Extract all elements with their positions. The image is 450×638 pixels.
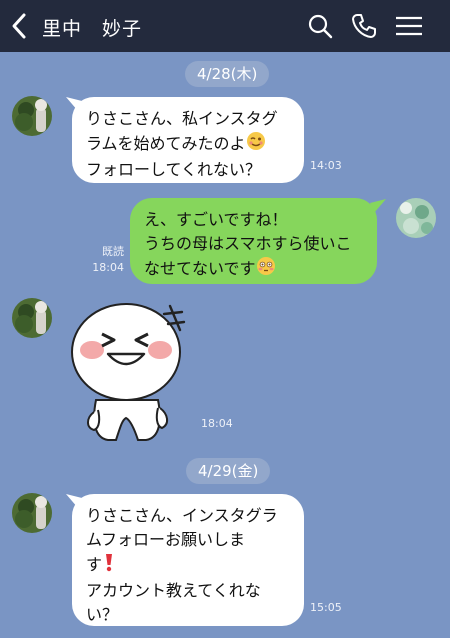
message-text: なせてないです: [144, 259, 256, 278]
message-text: りさこさん、インスタグラ: [86, 506, 278, 525]
incoming-message-bubble[interactable]: りさこさん、インスタグラ ムフォローお願いしま す アカウント教えてくれな い？: [72, 494, 304, 626]
contact-avatar[interactable]: [12, 493, 52, 533]
outgoing-message-bubble[interactable]: え、すごいですね！ うちの母はスマホすら使いこ なせてないです: [130, 198, 377, 284]
phone-icon[interactable]: [350, 12, 378, 40]
back-chevron-icon[interactable]: [8, 12, 30, 40]
incoming-message-bubble[interactable]: りさこさん、私インスタグ ラムを始めてみたのよ フォローしてくれない？: [72, 97, 304, 183]
contact-avatar[interactable]: [12, 298, 52, 338]
message-text: フォローしてくれない？: [86, 160, 262, 179]
date-separator: 4/28(木): [185, 61, 270, 87]
laughing-round-face-sticker-icon[interactable]: [64, 300, 194, 446]
timestamp: 18:04: [92, 261, 124, 274]
menu-icon[interactable]: [394, 12, 424, 40]
message-text: ラムを始めてみたのよ: [86, 134, 246, 153]
timestamp: 15:05: [310, 601, 342, 614]
timestamp: 18:04: [201, 417, 233, 430]
contact-avatar[interactable]: [12, 96, 52, 136]
message-text: アカウント教えてくれな: [86, 581, 261, 600]
timestamp: 14:03: [310, 159, 342, 172]
read-status: 既読: [102, 245, 124, 258]
search-icon[interactable]: [306, 12, 334, 40]
message-text: ムフォローお願いしま: [86, 530, 246, 549]
contact-name[interactable]: 里中 妙子: [42, 14, 142, 41]
message-text: い？: [86, 605, 119, 624]
winking-face-emoji-icon: [246, 131, 266, 158]
message-text: りさこさん、私インスタグ: [86, 109, 278, 128]
message-text: うちの母はスマホすら使いこ: [144, 234, 352, 253]
message-text: す: [86, 555, 103, 574]
chat-header: 里中 妙子: [0, 0, 450, 52]
flushed-face-emoji-icon: [256, 256, 276, 283]
my-avatar[interactable]: [396, 198, 436, 238]
red-exclamation-emoji-icon: [102, 552, 116, 579]
date-separator: 4/29(金): [186, 458, 271, 484]
message-text: え、すごいですね！: [144, 210, 288, 229]
